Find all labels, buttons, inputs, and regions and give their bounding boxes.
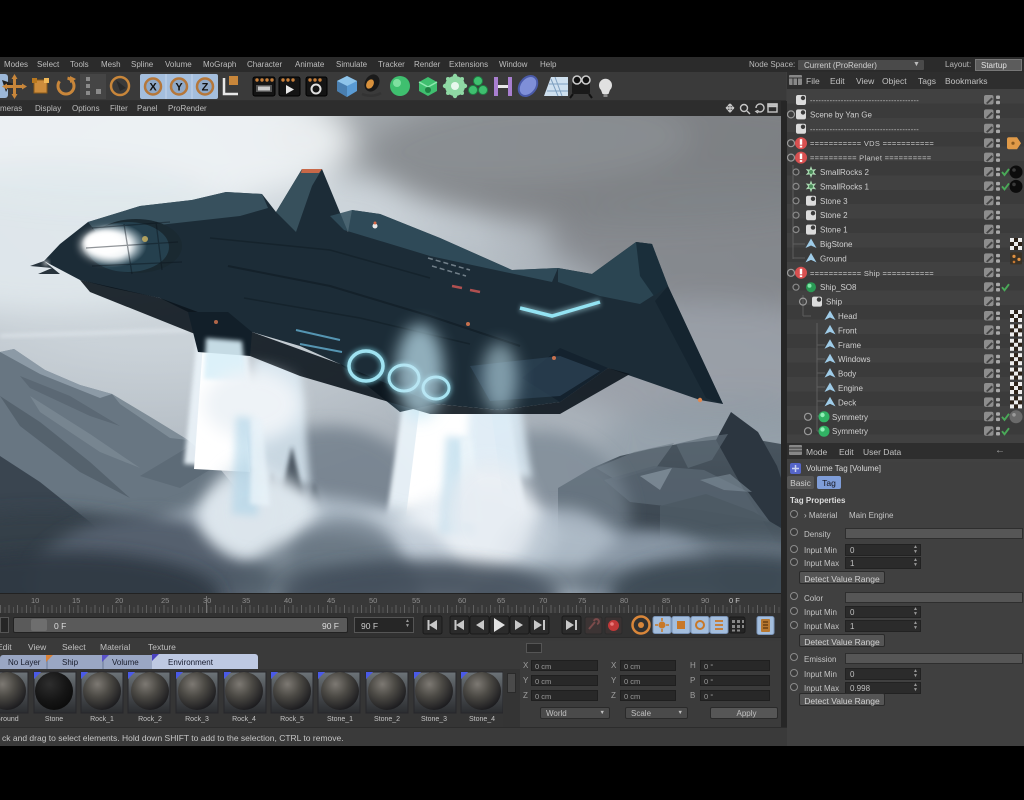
- svg-text:Rock_3: Rock_3: [185, 716, 209, 723]
- svg-text:Stone_4: Stone_4: [469, 716, 495, 723]
- svg-text:Ground: Ground: [820, 254, 847, 263]
- svg-text:Stone 2: Stone 2: [820, 211, 848, 220]
- svg-text:SmallRocks 1: SmallRocks 1: [820, 182, 869, 191]
- svg-text:BigStone: BigStone: [820, 240, 853, 249]
- svg-text:=========== Ship ===========: =========== Ship ===========: [810, 269, 934, 278]
- svg-text:Body: Body: [838, 370, 856, 379]
- svg-text:Ship_SO8: Ship_SO8: [820, 283, 857, 292]
- svg-text:Stone: Stone: [45, 716, 63, 723]
- svg-text:------------------------------: ---------------------------------------: [810, 125, 919, 134]
- svg-text:Rock_2: Rock_2: [138, 716, 162, 723]
- svg-text:Symmetry: Symmetry: [832, 413, 868, 422]
- svg-text:Front: Front: [838, 326, 857, 335]
- svg-text:Head: Head: [838, 312, 857, 321]
- svg-text:SmallRocks 2: SmallRocks 2: [820, 168, 869, 177]
- svg-text:Stone_3: Stone_3: [421, 716, 447, 723]
- svg-text:Ship: Ship: [826, 298, 843, 307]
- svg-text:=========== VDS ===========: =========== VDS ===========: [810, 139, 934, 148]
- svg-text:Ground: Ground: [0, 716, 19, 723]
- svg-text:------------------------------: ---------------------------------------: [810, 96, 919, 105]
- svg-text:Rock_1: Rock_1: [90, 716, 114, 723]
- svg-text:Rock_5: Rock_5: [280, 716, 304, 723]
- svg-text:========== Planet ==========: ========== Planet ==========: [810, 154, 932, 163]
- svg-text:Symmetry: Symmetry: [832, 427, 868, 436]
- svg-text:X: X: [149, 82, 157, 94]
- svg-text:Windows: Windows: [838, 355, 870, 364]
- svg-text:Y: Y: [175, 82, 183, 94]
- svg-text:Stone 3: Stone 3: [820, 197, 848, 206]
- svg-text:Rock_4: Rock_4: [232, 716, 256, 723]
- svg-text:Stone_2: Stone_2: [374, 716, 400, 723]
- svg-text:Z: Z: [202, 82, 209, 94]
- svg-text:Frame: Frame: [838, 341, 862, 350]
- svg-text:Deck: Deck: [838, 398, 857, 407]
- svg-text:Stone_1: Stone_1: [327, 716, 353, 723]
- svg-text:Stone 1: Stone 1: [820, 226, 848, 235]
- svg-text:Engine: Engine: [838, 384, 863, 393]
- svg-text:Scene by Yan Ge: Scene by Yan Ge: [810, 110, 873, 119]
